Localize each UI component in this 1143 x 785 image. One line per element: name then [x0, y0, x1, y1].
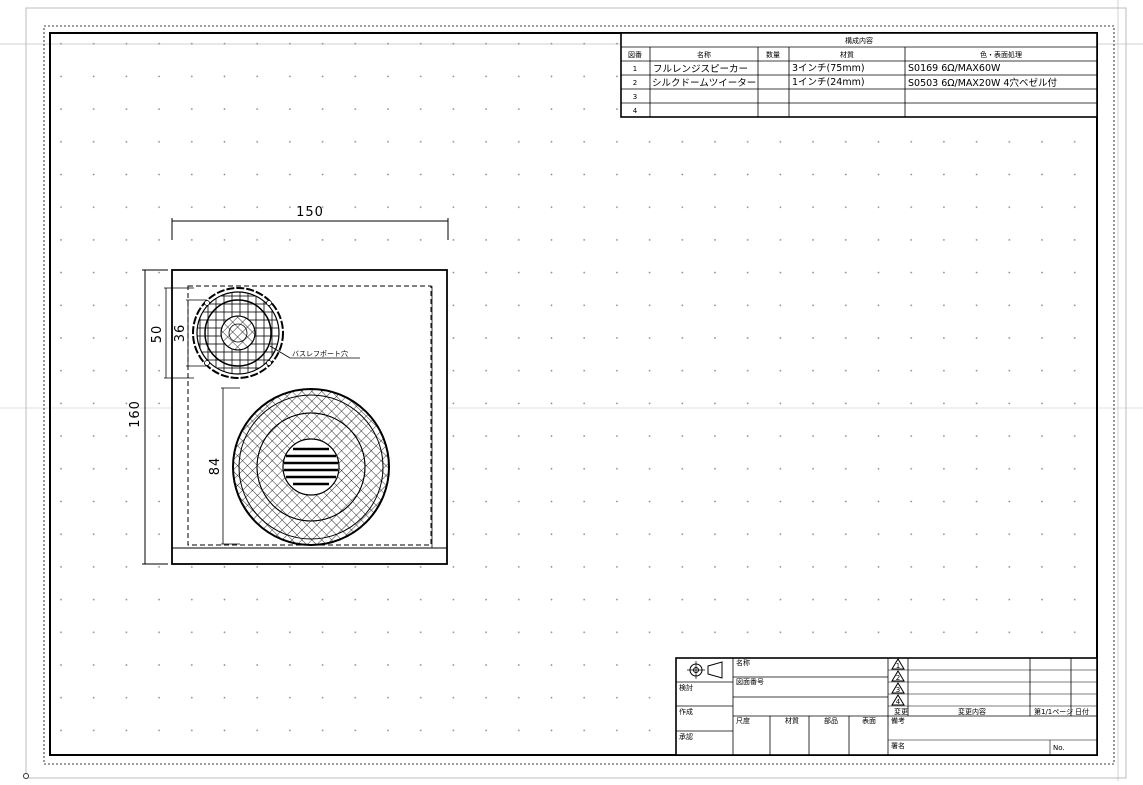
row2-name: シルクドームツイーター — [652, 78, 756, 89]
tb-zuban: 図面番号 — [736, 678, 764, 686]
row1-name: フルレンジスピーカー — [653, 64, 748, 75]
header-material: 材質 — [840, 50, 854, 59]
dim-speaker-label: 84 — [208, 457, 223, 476]
row2-material: 1インチ(24mm) — [792, 77, 865, 88]
tb-kentou: 検討 — [679, 683, 693, 692]
row1-finish: S0169 6Ω/MAX60W — [908, 63, 1001, 74]
row2-no: 2 — [633, 79, 637, 87]
header-qty: 数量 — [766, 50, 780, 59]
tb-buhin: 部品 — [824, 716, 838, 725]
header-no: 図番 — [628, 51, 642, 59]
title-block: 検討 作成 承認 名称 図面番号 尺度 材質 部品 表面 1 2 3 4 変更 … — [675, 657, 1098, 756]
tb-hyomen: 表面 — [862, 716, 876, 725]
tb-bikou: 備考 — [891, 716, 905, 725]
dim-port-outer-label: 50 — [150, 325, 165, 344]
dim-width-label: 150 — [296, 205, 324, 220]
tb-kaitei: 変更 — [894, 707, 908, 716]
row1-material: 3インチ(75mm) — [792, 63, 865, 74]
tb-shakudo: 尺度 — [736, 716, 750, 725]
rev-mark-3: 3 — [896, 686, 900, 694]
tb-zaishitsu: 材質 — [785, 716, 799, 725]
tb-name-no: No. — [1053, 744, 1065, 752]
cad-sheet: 構成内容 図番 名称 数量 材質 色・表面処理 1 フルレンジスピーカー 3イン… — [0, 0, 1143, 781]
tb-page: 第1/1ページ — [1034, 707, 1073, 716]
parts-table: 構成内容 図番 名称 数量 材質 色・表面処理 1 フルレンジスピーカー 3イン… — [620, 32, 1098, 118]
tb-kaitei-naiyo: 変更内容 — [958, 707, 986, 716]
rev-mark-2: 2 — [896, 674, 900, 682]
header-finish: 色・表面処理 — [980, 50, 1022, 59]
tb-date: 日付 — [1075, 707, 1089, 716]
row1-no: 1 — [633, 65, 637, 73]
row3-no: 3 — [633, 93, 637, 101]
rev-mark-1: 1 — [896, 662, 900, 670]
dim-height-label: 160 — [128, 400, 143, 428]
tb-sakusei: 作成 — [679, 707, 693, 716]
full-range-speaker-drawing — [232, 388, 390, 546]
rev-mark-4: 4 — [896, 698, 901, 706]
parts-table-title: 構成内容 — [845, 36, 873, 45]
row4-no: 4 — [633, 107, 638, 115]
port-label: バスレフポート穴 — [292, 349, 348, 358]
drawing-canvas[interactable]: 構成内容 図番 名称 数量 材質 色・表面処理 1 フルレンジスピーカー 3イン… — [0, 0, 1143, 781]
tb-shomei: 署名 — [891, 741, 905, 750]
dim-port-inner-label: 36 — [173, 324, 188, 343]
tb-kata: 承認 — [679, 732, 693, 741]
header-name: 名称 — [697, 50, 711, 59]
row2-finish: S0503 6Ω/MAX20W 4穴ベゼル付 — [908, 77, 1057, 89]
tb-meishou: 名称 — [736, 658, 750, 667]
